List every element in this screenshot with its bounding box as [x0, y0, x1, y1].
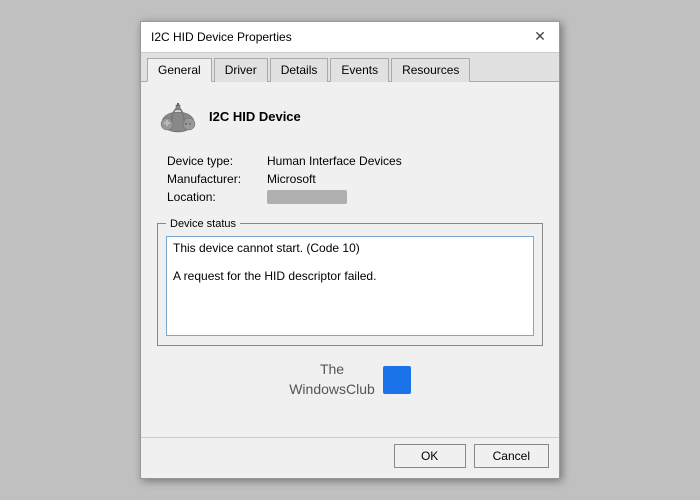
status-group-label: Device status	[166, 218, 240, 230]
device-type-row: Device type: Human Interface Devices	[167, 154, 543, 168]
dialog-window: I2C HID Device Properties ✕ General Driv…	[140, 21, 560, 479]
tab-driver[interactable]: Driver	[214, 58, 268, 82]
button-row: OK Cancel	[141, 437, 559, 478]
manufacturer-row: Manufacturer: Microsoft	[167, 172, 543, 186]
status-textarea[interactable]	[166, 236, 534, 336]
tab-content: I2C HID Device Device type: Human Interf…	[141, 82, 559, 437]
windows-logo-icon	[383, 366, 411, 394]
location-row: Location:	[167, 190, 543, 204]
tab-bar: General Driver Details Events Resources	[141, 53, 559, 82]
properties-section: Device type: Human Interface Devices Man…	[167, 154, 543, 204]
dialog-title: I2C HID Device Properties	[151, 30, 292, 44]
device-icon	[157, 96, 199, 138]
device-type-label: Device type:	[167, 154, 267, 168]
watermark-area: The WindowsClub	[157, 360, 543, 413]
device-header: I2C HID Device	[157, 96, 543, 138]
manufacturer-value: Microsoft	[267, 172, 316, 186]
device-type-value: Human Interface Devices	[267, 154, 402, 168]
device-name-label: I2C HID Device	[209, 109, 301, 124]
title-bar: I2C HID Device Properties ✕	[141, 22, 559, 53]
ok-button[interactable]: OK	[394, 444, 466, 468]
tab-events[interactable]: Events	[330, 58, 389, 82]
watermark: The WindowsClub	[289, 360, 411, 399]
watermark-text: The WindowsClub	[289, 360, 375, 399]
close-button[interactable]: ✕	[531, 28, 549, 46]
location-label: Location:	[167, 190, 267, 204]
manufacturer-label: Manufacturer:	[167, 172, 267, 186]
cancel-button[interactable]: Cancel	[474, 444, 549, 468]
device-status-group: Device status	[157, 218, 543, 346]
tab-details[interactable]: Details	[270, 58, 329, 82]
tab-general[interactable]: General	[147, 58, 212, 82]
tab-resources[interactable]: Resources	[391, 58, 470, 82]
location-value	[267, 190, 347, 204]
